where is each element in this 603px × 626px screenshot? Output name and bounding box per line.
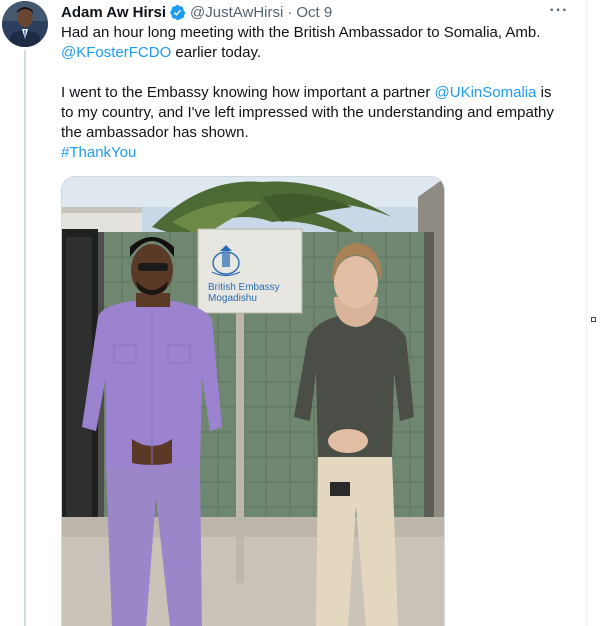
scrollbar-marker[interactable] [591,317,596,322]
sign-line-1: British Embassy [208,282,280,293]
tweet-line-2: @KFosterFCDO earlier today. [61,43,576,63]
embassy-sign: British Embassy Mogadishu [197,228,303,314]
tweet-line-5: the ambassador has shown. [61,124,249,141]
tweet-line-3-text: I went to the Embassy knowing how import… [61,84,435,101]
avatar[interactable] [2,1,48,47]
display-name[interactable]: Adam Aw Hirsi [61,4,166,21]
tweet-line-2-text: earlier today. [171,44,262,61]
tweet-line-4: to my country, and I've left impressed w… [61,104,554,121]
mention-ukinsomalia[interactable]: @UKinSomalia [435,84,537,101]
tweet-line-1: Had an hour long meeting with the Britis… [61,24,541,41]
tweet-text: Had an hour long meeting with the Britis… [61,23,576,163]
more-options-icon[interactable]: ··· [549,2,569,20]
thread-line [24,50,26,626]
tweet-line-3: I went to the Embassy knowing how import… [61,83,576,103]
tweet-timestamp[interactable]: Oct 9 [296,4,332,21]
mention-kfosterfcdo[interactable]: @KFosterFCDO [61,44,171,61]
hashtag-line: #ThankYou [61,143,576,163]
sign-line-2: Mogadishu [208,293,257,304]
tweet-header: Adam Aw Hirsi @JustAwHirsi · Oct 9 [61,2,332,22]
verified-badge-icon [169,4,186,21]
tweet-container: Adam Aw Hirsi @JustAwHirsi · Oct 9 ··· H… [0,0,587,626]
tweet-photo[interactable]: British Embassy Mogadishu [61,176,445,626]
user-handle[interactable]: @JustAwHirsi [190,4,283,21]
separator-dot: · [287,3,293,21]
timeline-border [586,0,587,626]
tweet-line-3-tail: is [536,84,552,101]
hashtag-thankyou[interactable]: #ThankYou [61,144,136,161]
